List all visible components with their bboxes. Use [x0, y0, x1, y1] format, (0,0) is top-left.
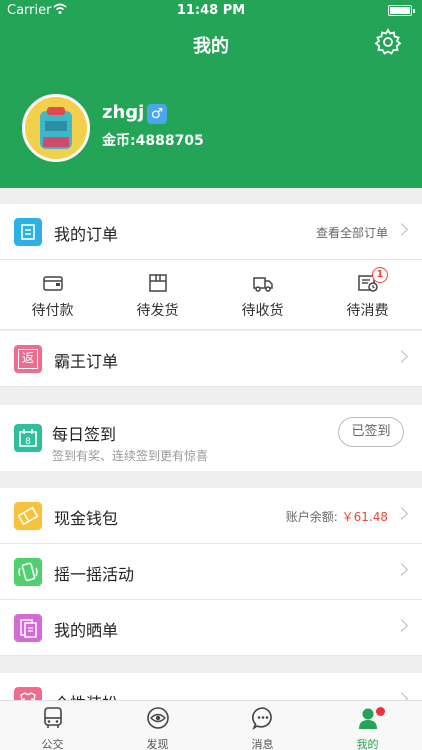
pending-receipt-label: 待收货 [241, 303, 284, 319]
svg-text:8: 8 [25, 437, 31, 447]
backpack-avatar-image [25, 97, 87, 159]
tab-bus[interactable]: 公交 [0, 701, 105, 750]
rebate-icon: 返 [14, 345, 42, 373]
eye-icon [147, 707, 169, 729]
chevron-right-icon [395, 350, 408, 363]
order-list-icon [14, 218, 42, 246]
discover-tab-label: 发现 [146, 738, 169, 750]
gear-icon[interactable] [374, 28, 402, 56]
my-share-label: 我的晒单 [54, 621, 119, 640]
bus-tab-label: 公交 [41, 738, 64, 750]
tab-pending-payment[interactable]: 待付款 [0, 260, 105, 330]
daily-signin-subtitle: 签到有奖、连续签到更有惊喜 [52, 449, 209, 463]
my-orders-label: 我的订单 [54, 225, 119, 244]
truck-icon [253, 277, 273, 292]
pending-consumption-label: 待消费 [346, 303, 389, 319]
shake-activity-label: 摇一摇活动 [54, 565, 135, 584]
tab-pending-receipt[interactable]: 待收货 [210, 260, 315, 330]
dressup-icon [14, 687, 42, 700]
order-status-tabs: 待付款 待发货 待收货 待消费 [0, 260, 422, 330]
profile-header: 我的 zhgj ♂ 金币:4888705 [0, 22, 422, 188]
account-balance: 账户余额: ￥61.48 [285, 510, 388, 524]
tab-mine[interactable]: 我的 [315, 701, 420, 750]
my-share-row[interactable]: 我的晒单 [0, 600, 422, 656]
pending-payment-label: 待付款 [31, 303, 74, 319]
my-orders-row[interactable]: 我的订单 查看全部订单 [0, 204, 422, 260]
male-gender-icon: ♂ [147, 104, 167, 124]
cash-wallet-row[interactable]: 现金钱包 账户余额: ￥61.48 [0, 488, 422, 544]
battery-icon [388, 5, 415, 16]
tab-pending-consumption[interactable]: 待消费 [315, 260, 420, 330]
chevron-right-icon [395, 563, 408, 576]
coin-balance: 金币:4888705 [102, 133, 204, 149]
view-all-orders-link[interactable]: 查看全部订单 [316, 224, 388, 241]
chevron-right-icon [395, 507, 408, 520]
bawang-orders-row[interactable]: 返 霸王订单 [0, 331, 422, 387]
tab-discover[interactable]: 发现 [105, 701, 210, 750]
chevron-right-icon [395, 619, 408, 632]
username: zhgj [102, 102, 145, 123]
messages-tab-label: 消息 [251, 738, 274, 750]
bus-icon [44, 707, 62, 728]
pending-shipment-label: 待发货 [136, 303, 179, 319]
bottom-tab-bar: 公交 发现 消息 我的 [0, 700, 422, 750]
avatar[interactable] [22, 94, 90, 162]
daily-signin-title: 每日签到 [52, 425, 117, 444]
clock: 11:48 PM [176, 3, 246, 18]
chat-icon [251, 707, 272, 730]
share-document-icon [14, 614, 42, 642]
tab-messages[interactable]: 消息 [210, 701, 315, 750]
chevron-right-icon [395, 223, 408, 236]
cash-wallet-label: 现金钱包 [54, 509, 119, 528]
signed-in-button[interactable]: 已签到 [338, 417, 404, 447]
bawang-orders-label: 霸王订单 [54, 352, 119, 371]
tab-pending-shipment[interactable]: 待发货 [105, 260, 210, 330]
box-icon [149, 274, 167, 292]
status-bar: Carrier 11:48 PM [0, 0, 422, 22]
page-title: 我的 [193, 36, 229, 57]
balance-amount: ￥61.48 [341, 510, 388, 524]
shake-phone-icon [14, 558, 42, 586]
unread-dot [376, 707, 385, 716]
mine-tab-label: 我的 [356, 738, 379, 750]
notification-badge: 1 [372, 267, 388, 283]
wallet-icon [43, 276, 63, 291]
dressup-row[interactable]: 个性装扮 [0, 673, 422, 701]
shake-activity-row[interactable]: 摇一摇活动 [0, 544, 422, 600]
calendar-icon: 8 [14, 424, 42, 452]
wallet-card-icon [14, 502, 42, 530]
